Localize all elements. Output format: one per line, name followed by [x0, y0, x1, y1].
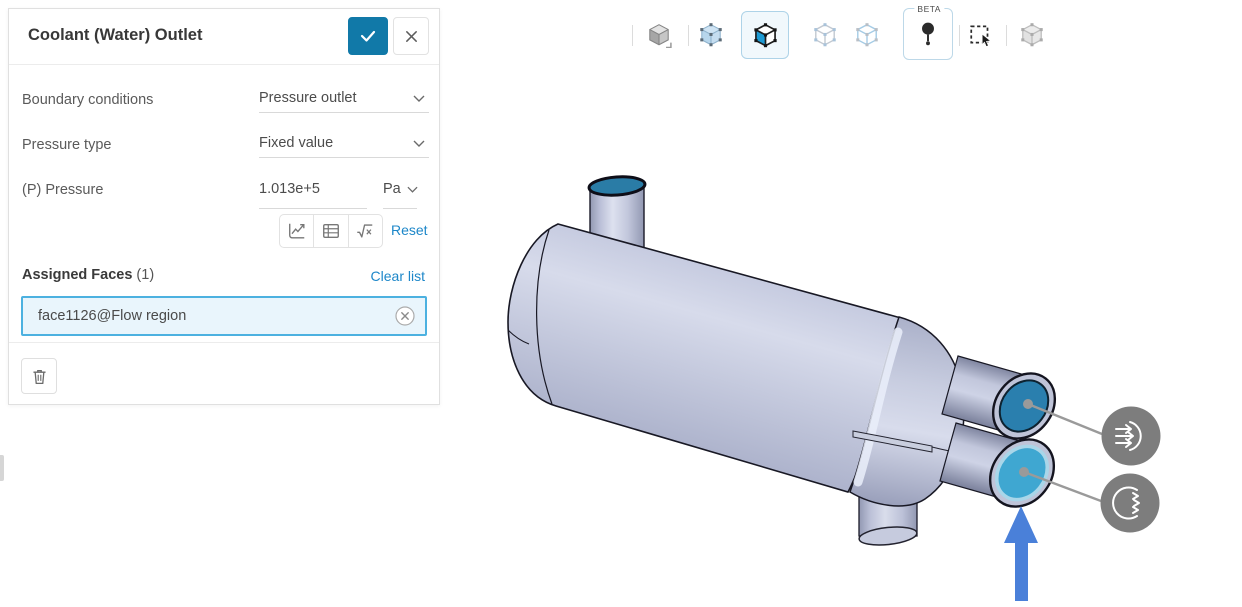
pressure-label: (P) Pressure	[22, 182, 103, 198]
panel-divider	[9, 342, 439, 343]
apply-button[interactable]	[348, 17, 388, 55]
assigned-faces-count: (1)	[136, 267, 154, 283]
value-input-mode-group	[279, 214, 383, 248]
field-underline	[259, 208, 367, 209]
pressure-unit-value: Pa	[383, 181, 401, 197]
solid-body-select-icon[interactable]	[646, 22, 672, 48]
toolbar-separator	[632, 25, 633, 46]
pressure-unit-select[interactable]: Pa	[383, 181, 429, 197]
probe-point-icon	[915, 21, 941, 52]
remove-face-button[interactable]	[394, 305, 416, 327]
formula-input-button[interactable]	[348, 215, 382, 247]
pressure-type-select[interactable]: Fixed value	[259, 135, 429, 151]
vertex-select-icon[interactable]	[854, 22, 880, 48]
chevron-down-icon	[413, 90, 425, 106]
edge-select-icon[interactable]	[812, 22, 838, 48]
check-icon	[358, 26, 378, 46]
toolbar-separator	[959, 25, 960, 46]
clear-list-link[interactable]: Clear list	[371, 268, 425, 284]
chart-input-button[interactable]	[280, 215, 313, 247]
page-title: Coolant (Water) Outlet	[28, 26, 202, 45]
boundary-conditions-value: Pressure outlet	[259, 90, 357, 106]
hidden-geometry-icon[interactable]	[1019, 22, 1045, 48]
boundary-conditions-label: Boundary conditions	[22, 92, 153, 108]
table-icon	[321, 221, 341, 241]
assigned-face-name: face1126@Flow region	[38, 308, 186, 324]
beta-badge: BETA	[914, 4, 944, 14]
pressure-outlet-face-icon	[1101, 474, 1160, 533]
circle-close-icon	[394, 305, 416, 327]
probe-point-button[interactable]: BETA	[903, 8, 953, 60]
trash-icon	[30, 367, 49, 386]
leader-dot-upper	[1023, 399, 1033, 409]
chevron-down-icon	[407, 181, 418, 197]
table-input-button[interactable]	[313, 215, 347, 247]
toolbar-separator	[688, 25, 689, 46]
assigned-faces-title: Assigned Faces	[22, 267, 132, 283]
shell-body[interactable]	[508, 224, 901, 492]
panel-collapse-handle[interactable]	[0, 455, 4, 481]
assigned-faces-label: Assigned Faces(1)	[22, 267, 154, 283]
pressure-type-label: Pressure type	[22, 137, 111, 153]
cancel-button[interactable]	[393, 17, 429, 55]
assigned-face-chip[interactable]: face1126@Flow region	[21, 296, 427, 336]
toolbar-separator	[1006, 25, 1007, 46]
face-select-icon[interactable]	[741, 11, 789, 59]
boundary-conditions-select[interactable]: Pressure outlet	[259, 90, 429, 106]
boundary-condition-panel: Coolant (Water) Outlet Boundary conditio…	[8, 8, 440, 405]
leader-dot-lower	[1019, 467, 1029, 477]
pressure-input[interactable]	[259, 179, 359, 199]
chevron-down-icon	[413, 135, 425, 151]
flow-through-face-icon	[1102, 407, 1161, 466]
reset-link[interactable]: Reset	[391, 222, 428, 238]
volume-select-icon[interactable]	[698, 22, 724, 48]
panel-title-row: Coolant (Water) Outlet	[9, 9, 439, 65]
pressure-type-value: Fixed value	[259, 135, 333, 151]
lower-outlet-pipe[interactable]	[940, 423, 1067, 519]
field-underline	[259, 112, 429, 113]
box-select-icon[interactable]	[968, 22, 994, 48]
delete-selection-button[interactable]	[21, 358, 57, 394]
line-chart-icon	[287, 221, 307, 241]
flow-direction-arrow	[1004, 506, 1038, 601]
close-icon	[404, 29, 419, 44]
field-underline	[383, 208, 417, 209]
sqrt-formula-icon	[355, 221, 375, 241]
field-underline	[259, 157, 429, 158]
